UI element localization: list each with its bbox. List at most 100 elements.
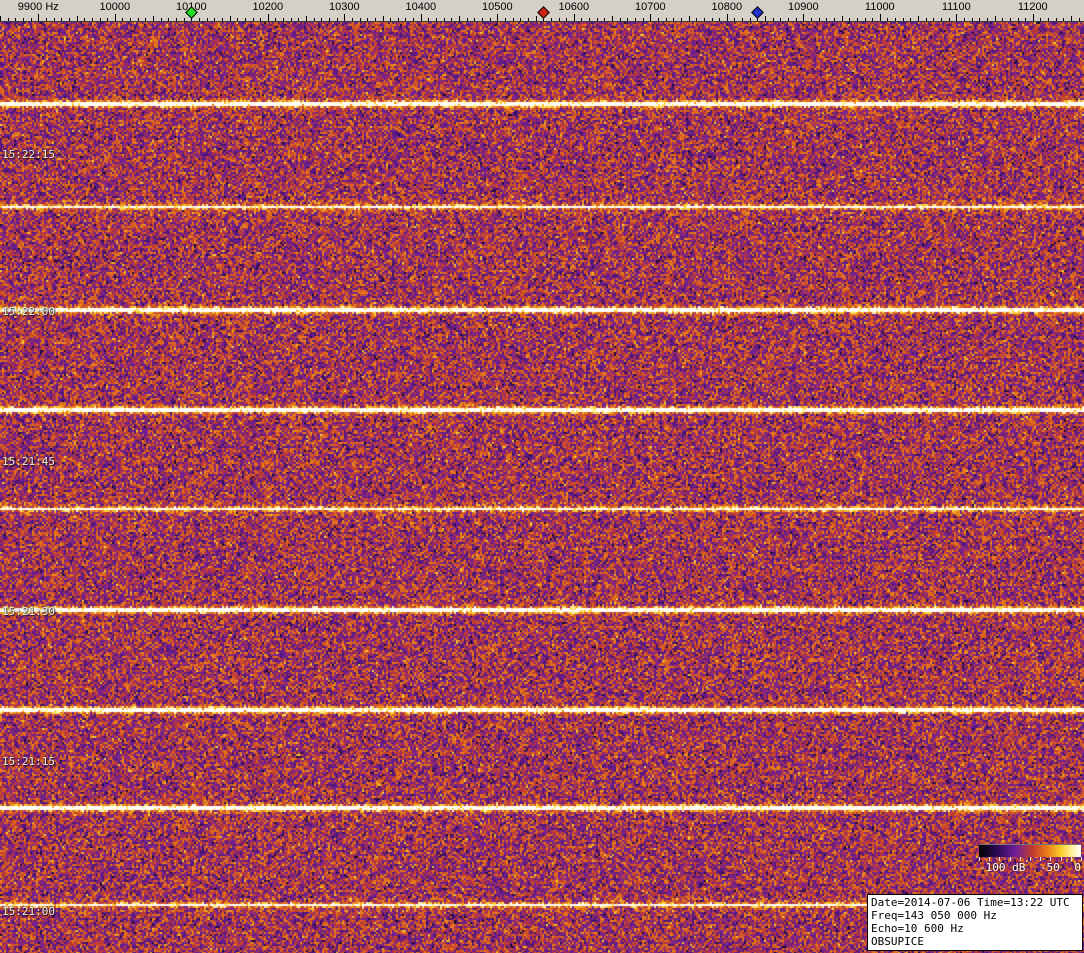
ruler-minor-tick: [780, 18, 781, 21]
ruler-minor-tick: [1079, 18, 1080, 21]
ruler-minor-tick: [0, 16, 1, 21]
ruler-major-tick: [497, 14, 498, 21]
ruler-minor-tick: [712, 18, 713, 21]
ruler-minor-tick: [581, 18, 582, 21]
ruler-minor-tick: [291, 18, 292, 21]
ruler-minor-tick: [145, 18, 146, 21]
observation-info-box: Date=2014-07-06 Time=13:22 UTC Freq=143 …: [867, 894, 1083, 951]
ruler-minor-tick: [513, 18, 514, 21]
ruler-minor-tick: [918, 16, 919, 21]
ruler-minor-tick: [459, 16, 460, 21]
info-station: OBSUPICE: [871, 935, 1079, 948]
ruler-minor-tick: [107, 18, 108, 21]
ruler-minor-tick: [689, 16, 690, 21]
ruler-major-tick: [880, 14, 881, 21]
ruler-minor-tick: [8, 18, 9, 21]
ruler-minor-tick: [933, 18, 934, 21]
ruler-minor-tick: [750, 18, 751, 21]
ruler-minor-tick: [734, 18, 735, 21]
ruler-minor-tick: [54, 18, 55, 21]
ruler-minor-tick: [390, 18, 391, 21]
freq-scale-label: 10000: [100, 2, 131, 13]
ruler-major-tick: [268, 14, 269, 21]
ruler-major-tick: [650, 14, 651, 21]
ruler-minor-tick: [1071, 16, 1072, 21]
ruler-minor-tick: [436, 18, 437, 21]
ruler-minor-tick: [46, 18, 47, 21]
ruler-minor-tick: [520, 18, 521, 21]
ruler-major-tick: [803, 14, 804, 21]
ruler-minor-tick: [321, 18, 322, 21]
ruler-minor-tick: [589, 18, 590, 21]
ruler-minor-tick: [474, 18, 475, 21]
ruler-minor-tick: [704, 18, 705, 21]
ruler-minor-tick: [865, 18, 866, 21]
ruler-minor-tick: [100, 18, 101, 21]
ruler-minor-tick: [1056, 18, 1057, 21]
ruler-minor-tick: [383, 16, 384, 21]
ruler-minor-tick: [15, 18, 16, 21]
ruler-minor-tick: [834, 18, 835, 21]
freq-scale-label: 10900: [788, 2, 819, 13]
ruler-minor-tick: [138, 18, 139, 21]
ruler-minor-tick: [1048, 18, 1049, 21]
ruler-minor-tick: [482, 18, 483, 21]
ruler-minor-tick: [398, 18, 399, 21]
freq-scale-label: 10300: [329, 2, 360, 13]
ruler-minor-tick: [895, 18, 896, 21]
ruler-minor-tick: [260, 18, 261, 21]
ruler-minor-tick: [566, 18, 567, 21]
spectrogram-waterfall[interactable]: [0, 22, 1084, 953]
ruler-minor-tick: [926, 18, 927, 21]
ruler-minor-tick: [360, 18, 361, 21]
ruler-minor-tick: [979, 18, 980, 21]
ruler-minor-tick: [643, 18, 644, 21]
freq-scale-label: 10200: [253, 2, 284, 13]
ruler-minor-tick: [719, 18, 720, 21]
ruler-minor-tick: [92, 18, 93, 21]
ruler-minor-tick: [405, 18, 406, 21]
ruler-minor-tick: [949, 18, 950, 21]
ruler-minor-tick: [528, 18, 529, 21]
ruler-major-tick: [1033, 14, 1034, 21]
ruler-minor-tick: [620, 18, 621, 21]
ruler-minor-tick: [964, 18, 965, 21]
ruler-minor-tick: [214, 18, 215, 21]
ruler-minor-tick: [673, 18, 674, 21]
ruler-minor-tick: [428, 18, 429, 21]
frequency-marker-blue-icon[interactable]: [752, 6, 765, 19]
ruler-minor-tick: [490, 18, 491, 21]
freq-scale-label: 10500: [482, 2, 513, 13]
ruler-minor-tick: [1040, 18, 1041, 21]
ruler-minor-tick: [1018, 18, 1019, 21]
ruler-major-tick: [727, 14, 728, 21]
ruler-minor-tick: [337, 18, 338, 21]
ruler-minor-tick: [941, 18, 942, 21]
ruler-minor-tick: [765, 16, 766, 21]
ruler-minor-tick: [742, 18, 743, 21]
freq-scale-label: 10400: [406, 2, 437, 13]
freq-scale-label: 10800: [712, 2, 743, 13]
ruler-minor-tick: [130, 18, 131, 21]
ruler-minor-tick: [910, 18, 911, 21]
ruler-minor-tick: [826, 18, 827, 21]
ruler-minor-tick: [314, 18, 315, 21]
ruler-minor-tick: [306, 16, 307, 21]
ruler-minor-tick: [444, 18, 445, 21]
ruler-minor-tick: [627, 18, 628, 21]
spectrogram-app-window: 9900 Hz100001010010200103001040010500106…: [0, 0, 1084, 953]
ruler-minor-tick: [375, 18, 376, 21]
ruler-minor-tick: [811, 18, 812, 21]
info-frequency: Freq=143 050 000 Hz: [871, 909, 1079, 922]
ruler-minor-tick: [253, 18, 254, 21]
ruler-minor-tick: [842, 16, 843, 21]
frequency-ruler[interactable]: 9900 Hz100001010010200103001040010500106…: [0, 0, 1084, 22]
ruler-major-tick: [115, 14, 116, 21]
ruler-minor-tick: [69, 18, 70, 21]
ruler-minor-tick: [230, 16, 231, 21]
frequency-marker-red-icon[interactable]: [537, 6, 550, 19]
ruler-minor-tick: [1002, 18, 1003, 21]
ruler-minor-tick: [31, 18, 32, 21]
ruler-minor-tick: [559, 18, 560, 21]
ruler-minor-tick: [237, 18, 238, 21]
